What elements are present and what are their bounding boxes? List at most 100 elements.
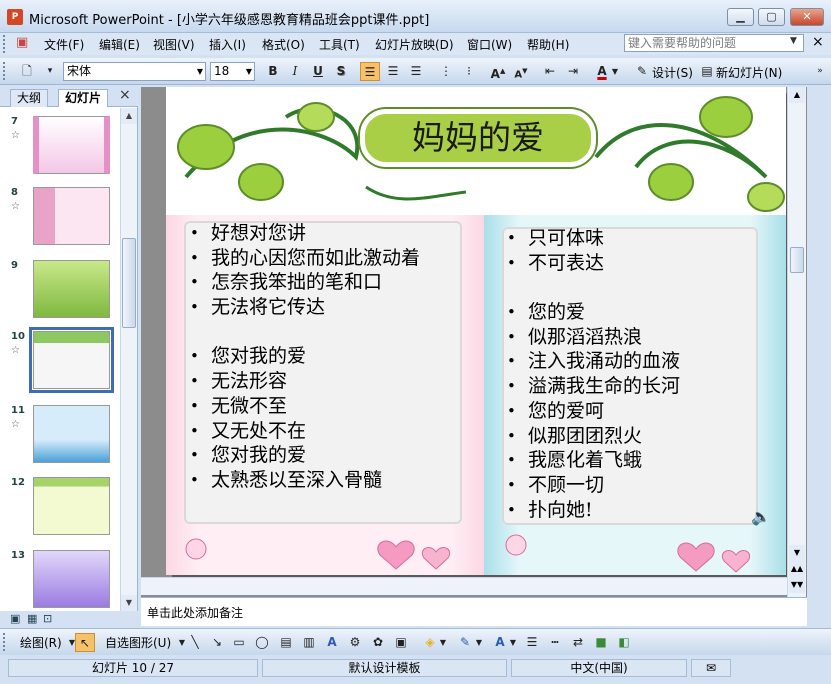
scroll-up-icon[interactable]: ▲ bbox=[789, 87, 805, 103]
toolbar-options-icon[interactable]: ▾ bbox=[40, 62, 60, 81]
slide-thumbnail-10[interactable]: 10 ☆ bbox=[0, 327, 120, 401]
increase-indent-icon[interactable]: ⇥ bbox=[563, 62, 583, 81]
menu-edit[interactable]: 编辑(E) bbox=[99, 36, 140, 53]
autoshapes-button[interactable]: 自选图形(U) bbox=[105, 634, 171, 651]
arrow-style-icon[interactable]: ⇄ bbox=[568, 633, 588, 652]
close-pane-icon[interactable]: × bbox=[119, 87, 131, 103]
3d-style-icon[interactable]: ◧ bbox=[614, 633, 634, 652]
scroll-down-icon[interactable]: ▼ bbox=[789, 545, 805, 561]
maximize-button[interactable]: ▢ bbox=[758, 8, 785, 26]
chevron-down-icon[interactable]: ▼ bbox=[474, 633, 484, 652]
fill-color-icon[interactable]: ◈ bbox=[420, 633, 440, 652]
design-button[interactable]: 设计(S) bbox=[652, 64, 693, 81]
clipart-icon[interactable]: ✿ bbox=[368, 633, 388, 652]
shadow-style-icon[interactable]: ■ bbox=[591, 633, 611, 652]
italic-button[interactable]: I bbox=[285, 62, 305, 81]
design-template[interactable]: 默认设计模板 bbox=[262, 659, 507, 677]
slide-title-box[interactable]: 妈妈的爱 bbox=[360, 109, 596, 167]
numbering-icon[interactable]: ⋮ bbox=[436, 62, 456, 81]
sound-icon[interactable]: 🔈 bbox=[751, 507, 771, 526]
help-dropdown-icon[interactable]: ▼ bbox=[790, 36, 797, 46]
bullet-item: 无法形容 bbox=[188, 369, 420, 394]
font-color-dropdown-icon[interactable]: ▼ bbox=[610, 62, 620, 81]
menu-format[interactable]: 格式(O) bbox=[262, 36, 305, 53]
tab-outline[interactable]: 大纲 bbox=[10, 89, 49, 107]
help-search-input[interactable]: 键入需要帮助的问题 bbox=[624, 34, 804, 52]
notes-pane[interactable]: 单击此处添加备注 bbox=[141, 597, 807, 626]
bold-button[interactable]: B bbox=[263, 62, 283, 81]
bullets-icon[interactable]: ⁝ bbox=[459, 62, 479, 81]
toolbar-grip[interactable] bbox=[3, 633, 8, 651]
minimize-button[interactable]: ▁ bbox=[727, 8, 754, 26]
scroll-down-icon[interactable]: ▼ bbox=[121, 595, 137, 611]
draw-menu-button[interactable]: 绘图(R) bbox=[20, 634, 62, 651]
new-slide-icon[interactable]: ▤ bbox=[697, 62, 717, 81]
line-color-icon[interactable]: ✎ bbox=[455, 633, 475, 652]
new-slide-button[interactable]: 新幻灯片(N) bbox=[716, 64, 782, 81]
thumbnail-scrollbar[interactable]: ▲ ▼ bbox=[120, 108, 137, 611]
chevron-down-icon[interactable]: ▼ bbox=[438, 633, 448, 652]
menu-tools[interactable]: 工具(T) bbox=[319, 36, 360, 53]
spelling-icon[interactable]: ✉ bbox=[691, 659, 731, 677]
align-left-icon[interactable]: ☰ bbox=[360, 62, 380, 81]
slideshow-icon[interactable]: ⊡ bbox=[43, 612, 52, 625]
select-pointer-icon[interactable]: ↖ bbox=[75, 633, 95, 652]
vertical-textbox-icon[interactable]: ▥ bbox=[299, 633, 319, 652]
close-button[interactable]: ✕ bbox=[790, 8, 824, 26]
align-right-icon[interactable]: ☰ bbox=[406, 62, 426, 81]
font-size-select[interactable]: 18 ▼ bbox=[210, 62, 255, 81]
slide-scrollbar[interactable]: ▲ ▼ ▲▲ ▼▼ bbox=[787, 87, 806, 597]
horizontal-scrollbar[interactable] bbox=[141, 577, 787, 595]
new-document-icon[interactable]: 🗋 bbox=[17, 62, 37, 81]
font-color-icon[interactable]: A bbox=[592, 62, 612, 81]
oval-icon[interactable]: ◯ bbox=[252, 633, 272, 652]
dash-style-icon[interactable]: ┅ bbox=[545, 633, 565, 652]
document-icon[interactable]: ▣ bbox=[16, 35, 28, 50]
slide-thumbnail-13[interactable]: 13 bbox=[0, 550, 120, 611]
diagram-icon[interactable]: ⚙ bbox=[345, 633, 365, 652]
decrease-indent-icon[interactable]: ⇤ bbox=[540, 62, 560, 81]
slide-thumbnail-7[interactable]: 7 ☆ bbox=[0, 116, 120, 186]
wordart-icon[interactable]: A bbox=[322, 633, 342, 652]
menu-help[interactable]: 帮助(H) bbox=[527, 36, 569, 53]
underline-button[interactable]: U bbox=[308, 62, 328, 81]
menu-view[interactable]: 视图(V) bbox=[153, 36, 195, 53]
align-center-icon[interactable]: ☰ bbox=[383, 62, 403, 81]
previous-slide-icon[interactable]: ▲▲ bbox=[789, 561, 805, 577]
close-document-icon[interactable]: × bbox=[812, 34, 824, 50]
menu-insert[interactable]: 插入(I) bbox=[209, 36, 246, 53]
slide-thumbnail-12[interactable]: 12 bbox=[0, 477, 120, 547]
font-name-select[interactable]: 宋体 ▼ bbox=[63, 62, 206, 81]
rectangle-icon[interactable]: ▭ bbox=[229, 633, 249, 652]
powerpoint-icon[interactable]: P bbox=[7, 9, 23, 25]
toolbar-grip[interactable] bbox=[3, 62, 8, 80]
line-icon[interactable]: ╲ bbox=[185, 633, 205, 652]
tab-slides[interactable]: 幻灯片 bbox=[58, 89, 109, 107]
scroll-thumb[interactable] bbox=[790, 247, 804, 273]
font-color-icon[interactable]: A bbox=[490, 633, 510, 652]
chevron-down-icon[interactable]: ▼ bbox=[508, 633, 518, 652]
arrow-icon[interactable]: ↘ bbox=[207, 633, 227, 652]
toolbar-more-icon[interactable]: » bbox=[810, 62, 830, 81]
scroll-thumb[interactable] bbox=[122, 238, 136, 328]
menu-slideshow[interactable]: 幻灯片放映(D) bbox=[375, 36, 454, 53]
line-style-icon[interactable]: ☰ bbox=[522, 633, 542, 652]
picture-icon[interactable]: ▣ bbox=[391, 633, 411, 652]
slide-thumbnail-9[interactable]: 9 bbox=[0, 260, 120, 330]
slide-thumbnail-11[interactable]: 11 ☆ bbox=[0, 405, 120, 475]
menu-window[interactable]: 窗口(W) bbox=[467, 36, 512, 53]
slide-canvas[interactable]: 妈妈的爱 好想对您讲 我的心因您而如此激动着 怎奈我笨拙的笔和口 无法将它传达 … bbox=[166, 87, 786, 575]
increase-font-icon[interactable]: A▲ bbox=[488, 62, 508, 81]
shadow-button[interactable]: S bbox=[331, 62, 351, 81]
design-icon[interactable]: ✎ bbox=[632, 62, 652, 81]
slide-sorter-icon[interactable]: ▦ bbox=[27, 612, 37, 625]
normal-view-icon[interactable]: ▣ bbox=[10, 612, 20, 625]
menu-grip[interactable] bbox=[3, 35, 8, 53]
decrease-font-icon[interactable]: A▼ bbox=[511, 62, 531, 81]
right-bullet-list: 只可体味 不可表达 您的爱 似那滔滔热浪 注入我涌动的血液 溢满我生命的长河 您… bbox=[505, 226, 680, 522]
menu-file[interactable]: 文件(F) bbox=[44, 36, 84, 53]
textbox-icon[interactable]: ▤ bbox=[276, 633, 296, 652]
scroll-up-icon[interactable]: ▲ bbox=[121, 108, 137, 124]
slide-thumbnail-8[interactable]: 8 ☆ bbox=[0, 187, 120, 257]
next-slide-icon[interactable]: ▼▼ bbox=[789, 577, 805, 593]
